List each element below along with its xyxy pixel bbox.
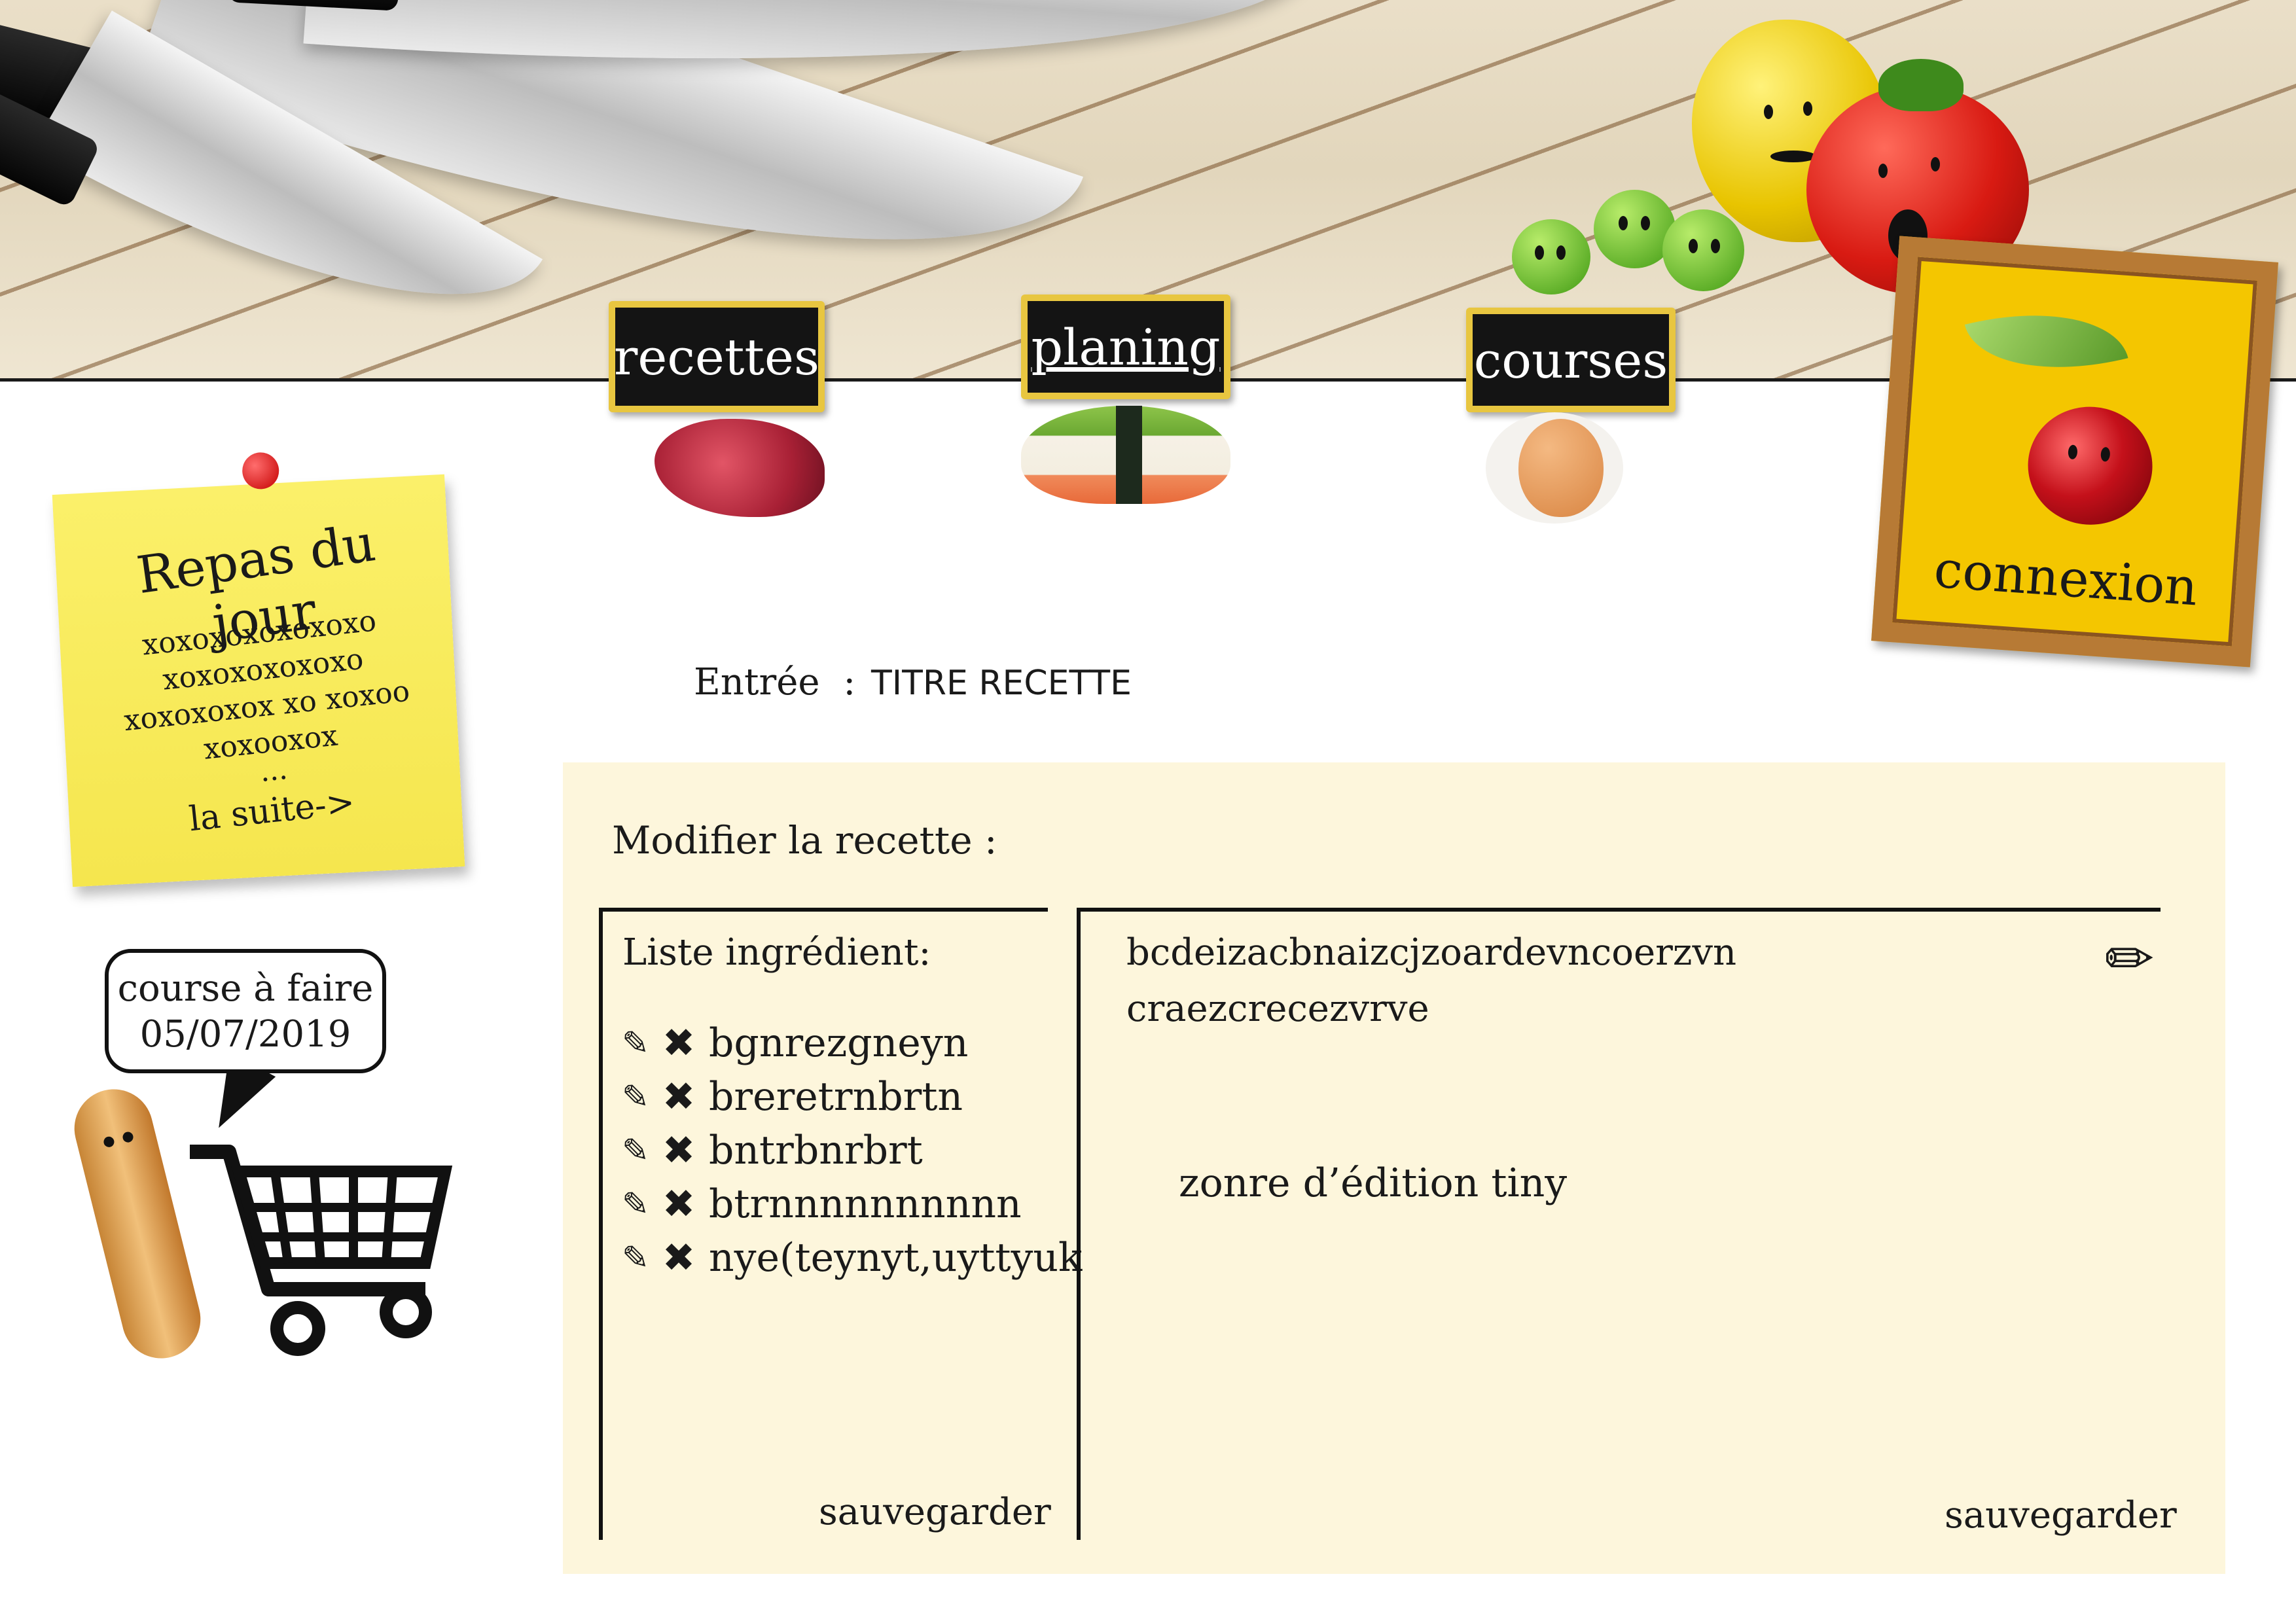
cross-icon[interactable]: ✖ — [659, 1077, 698, 1116]
nav-recettes-label: recettes — [614, 327, 819, 386]
nav-courses[interactable]: courses — [1460, 301, 1689, 537]
course-bubble-date: 05/07/2019 — [139, 1013, 351, 1056]
ingredient-name: bgnrezgneyn — [709, 1020, 969, 1066]
pencil-icon[interactable]: ✏ — [2105, 925, 2154, 993]
pea-image — [1662, 209, 1744, 291]
ingredient-name: bntrbnrbrt — [709, 1128, 923, 1173]
ingredient-row: ✎ ✖ nye(teynyt,uyttyuk — [616, 1231, 1082, 1285]
recipe-category: Entrée — [694, 661, 820, 704]
ingredient-name: breretrnbrtn — [709, 1074, 963, 1120]
course-speech-bubble[interactable]: course à faire 05/07/2019 — [105, 949, 386, 1073]
connexion-label: connexion — [1932, 540, 2200, 618]
cross-icon[interactable]: ✖ — [659, 1131, 698, 1170]
pencil-icon[interactable]: ✎ — [616, 1238, 655, 1277]
cross-icon[interactable]: ✖ — [659, 1238, 698, 1277]
ingredient-name: nye(teynyt,uyttyuk — [709, 1235, 1083, 1281]
recipe-separator: : — [843, 661, 856, 704]
edit-recipe-panel: Modifier la recette : Liste ingrédient: … — [563, 762, 2225, 1574]
editor-content[interactable]: bcdeizacbnaizcjzoardevncoerzvn craezcrec… — [1126, 925, 1736, 1037]
leaf-icon — [1964, 288, 2128, 395]
ingredient-row: ✎ ✖ bntrbnrbrt — [616, 1124, 1082, 1177]
recipe-heading: Entrée : TITRE RECETTE — [694, 661, 1132, 704]
editor-hint: zonre d’édition tiny — [1179, 1160, 1568, 1206]
pushpin-icon — [241, 451, 280, 490]
editor-text-line: craezcrecezvrve — [1126, 988, 1429, 1030]
cherry-image — [2024, 402, 2157, 529]
save-ingredients-button[interactable]: sauvegarder — [819, 1491, 1051, 1533]
pencil-icon[interactable]: ✎ — [616, 1024, 655, 1063]
nav-planing-label: planing — [1031, 317, 1221, 376]
editor-column: bcdeizacbnaizcjzoardevncoerzvn craezcrec… — [1077, 908, 2177, 1540]
meat-image — [655, 419, 825, 517]
ingredients-title: Liste ingrédient: — [622, 931, 931, 974]
cross-icon[interactable]: ✖ — [659, 1024, 698, 1063]
editor-text-line: bcdeizacbnaizcjzoardevncoerzvn — [1126, 931, 1737, 974]
sushi-image — [1021, 406, 1230, 504]
edit-panel-title: Modifier la recette : — [612, 818, 997, 863]
recipe-title: TITRE RECETTE — [871, 664, 1132, 703]
ingredient-name: btrnnnnnnnnnn — [709, 1181, 1022, 1227]
ingredient-row: ✎ ✖ bgnrezgneyn — [616, 1016, 1082, 1070]
connexion-button[interactable]: connexion — [1871, 236, 2278, 668]
nav-planing[interactable]: planing — [1014, 288, 1250, 524]
repas-du-jour-postit: Repas du jour xoxoxoxoxoxoxo xoxoxoxoxox… — [52, 451, 465, 887]
nav-recettes[interactable]: recettes — [602, 294, 890, 537]
pencil-icon[interactable]: ✎ — [616, 1077, 655, 1116]
ingredient-row: ✎ ✖ btrnnnnnnnnnn — [616, 1177, 1082, 1231]
pencil-icon[interactable]: ✎ — [616, 1185, 655, 1224]
ingredient-row: ✎ ✖ breretrnbrtn — [616, 1070, 1082, 1124]
ingredients-column: Liste ingrédient: ✎ ✖ bgnrezgneyn ✎ ✖ br… — [599, 908, 1082, 1540]
egg-image — [1486, 412, 1623, 524]
cross-icon[interactable]: ✖ — [659, 1185, 698, 1224]
nav-courses-label: courses — [1473, 330, 1668, 389]
ingredients-list: ✎ ✖ bgnrezgneyn ✎ ✖ breretrnbrtn ✎ ✖ bnt… — [616, 1016, 1082, 1285]
course-bubble-label: course à faire — [117, 967, 374, 1010]
pencil-icon[interactable]: ✎ — [616, 1131, 655, 1170]
shopping-cart-icon[interactable] — [183, 1113, 471, 1374]
pea-image — [1512, 219, 1590, 294]
save-text-button[interactable]: sauvegarder — [1945, 1494, 2177, 1537]
